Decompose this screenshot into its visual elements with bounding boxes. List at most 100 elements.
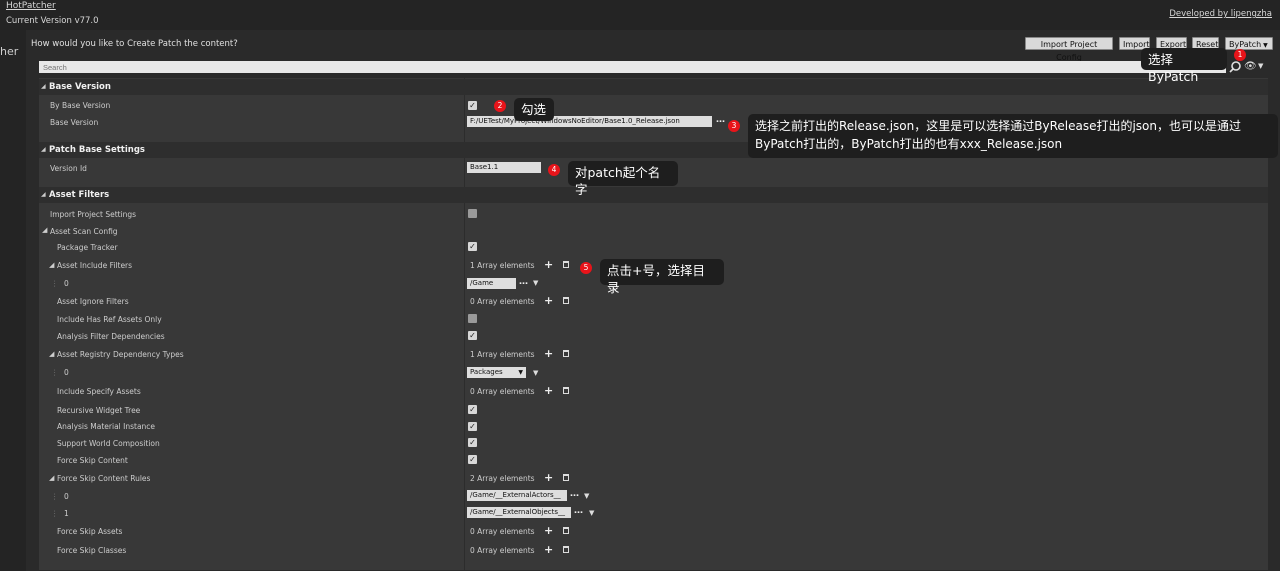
plus-icon[interactable]: +	[544, 472, 553, 483]
analysis-material-checkbox[interactable]: ✓	[468, 422, 477, 431]
recursive-widget-checkbox[interactable]: ✓	[468, 405, 477, 414]
skip-rule-path-field[interactable]: /Game/__ExternalObjects__	[467, 507, 571, 518]
version-id-field[interactable]: Base1.1	[467, 162, 541, 173]
force-skip-classes-label: Force Skip Classes	[57, 546, 127, 555]
by-base-version-checkbox[interactable]: ✓	[468, 101, 477, 110]
array-count: 2 Array elements	[470, 474, 535, 483]
triangle-down-icon: ◢	[41, 146, 46, 153]
current-version: Current Version v77.0	[6, 16, 99, 26]
triangle-down-icon[interactable]: ◢	[49, 474, 54, 482]
check-icon: ✓	[469, 405, 476, 414]
mode-dropdown[interactable]: ByPatch ▼	[1225, 37, 1273, 50]
asset-scan-config-label: Asset Scan Config	[50, 227, 118, 236]
triangle-down-icon[interactable]: ◢	[49, 261, 54, 269]
trash-icon[interactable]	[563, 261, 569, 268]
annotation-tooltip-1: 选择ByPatch	[1141, 48, 1227, 84]
plus-icon[interactable]: +	[544, 348, 553, 359]
drag-handle-icon[interactable]: ⋮	[51, 509, 59, 518]
asset-ignore-filters-label: Asset Ignore Filters	[57, 297, 129, 306]
force-skip-content-checkbox[interactable]: ✓	[468, 455, 477, 464]
include-filter-path-field[interactable]: /Game	[467, 278, 516, 289]
truncated-tab-label: her	[0, 45, 19, 58]
chevron-down-icon[interactable]: ▼	[584, 492, 589, 500]
registry-dep-types-label: Asset Registry Dependency Types	[57, 350, 184, 359]
trash-icon[interactable]	[563, 387, 569, 394]
app-title[interactable]: HotPatcher	[6, 1, 56, 11]
trash-icon[interactable]	[563, 297, 569, 304]
array-count: 0 Array elements	[470, 527, 535, 536]
force-skip-assets-label: Force Skip Assets	[57, 527, 123, 536]
trash-icon[interactable]	[563, 527, 569, 534]
browse-ellipsis-button[interactable]: …	[716, 115, 725, 125]
developer-link[interactable]: Developed by lipengzha	[1169, 9, 1272, 19]
include-has-ref-checkbox[interactable]	[468, 314, 477, 323]
force-skip-rules-label: Force Skip Content Rules	[57, 474, 151, 483]
browse-ellipsis-button[interactable]: …	[519, 277, 528, 287]
analysis-filter-deps-checkbox[interactable]: ✓	[468, 331, 477, 340]
base-version-label: Base Version	[50, 118, 99, 127]
trash-icon[interactable]	[563, 546, 569, 553]
analysis-material-label: Analysis Material Instance	[57, 422, 156, 431]
import-project-settings-checkbox[interactable]	[468, 209, 477, 218]
array-count: 0 Array elements	[470, 387, 535, 396]
triangle-down-icon[interactable]: ◢	[49, 350, 54, 358]
package-tracker-label: Package Tracker	[57, 243, 118, 252]
array-count: 1 Array elements	[470, 350, 535, 359]
triangle-down-icon[interactable]: ◢	[42, 226, 47, 234]
include-has-ref-label: Include Has Ref Assets Only	[57, 315, 162, 324]
base-version-path-field[interactable]: F:/UETest/MyProject/WindowsNoEditor/Base…	[467, 116, 712, 127]
plus-icon[interactable]: +	[544, 544, 553, 555]
annotation-badge-3: 3	[728, 120, 740, 132]
plus-icon[interactable]: +	[544, 525, 553, 536]
section-title: Base Version	[49, 82, 111, 92]
triangle-down-icon: ◢	[41, 83, 46, 90]
drag-handle-icon[interactable]: ⋮	[51, 279, 59, 288]
section-title: Asset Filters	[49, 190, 110, 200]
annotation-tooltip-2: 勾选	[514, 98, 554, 121]
create-patch-prompt: How would you like to Create Patch the c…	[31, 39, 238, 49]
magnifier-icon[interactable]	[1229, 60, 1242, 73]
annotation-tooltip-3: 选择之前打出的Release.json，这里是可以选择通过ByRelease打出…	[748, 114, 1278, 158]
array-count: 0 Array elements	[470, 546, 535, 555]
chevron-down-icon[interactable]: ▼	[533, 369, 538, 377]
chevron-down-icon: ▼	[518, 369, 523, 376]
support-world-checkbox[interactable]: ✓	[468, 438, 477, 447]
triangle-down-icon: ◢	[41, 191, 46, 198]
skip-rule-path-field[interactable]: /Game/__ExternalActors__	[467, 490, 567, 501]
annotation-tooltip-5: 点击+号，选择目录	[600, 259, 724, 295]
import-project-settings-label: Import Project Settings	[50, 210, 137, 219]
chevron-down-icon[interactable]: ▼	[533, 279, 538, 287]
annotation-badge-2: 2	[494, 100, 506, 112]
plus-icon[interactable]: +	[544, 385, 553, 396]
drag-handle-icon[interactable]: ⋮	[51, 368, 59, 377]
check-icon: ✓	[469, 438, 476, 447]
view-options-chevron-icon[interactable]: ▼	[1258, 62, 1263, 70]
by-base-version-label: By Base Version	[50, 101, 111, 110]
search-input[interactable]	[39, 61, 1226, 73]
section-asset-filters[interactable]: ◢ Asset Filters	[39, 187, 1268, 203]
annotation-tooltip-4: 对patch起个名字	[568, 161, 678, 197]
chevron-down-icon: ▼	[1261, 42, 1268, 49]
drag-handle-icon[interactable]: ⋮	[51, 492, 59, 501]
trash-icon[interactable]	[563, 350, 569, 357]
plus-icon[interactable]: +	[544, 259, 553, 270]
dependency-type-select[interactable]: Packages ▼	[467, 367, 526, 378]
browse-ellipsis-button[interactable]: …	[570, 489, 579, 499]
asset-include-filters-label: Asset Include Filters	[57, 261, 133, 270]
browse-ellipsis-button[interactable]: …	[574, 506, 583, 516]
array-index: 0	[64, 492, 69, 501]
package-tracker-checkbox[interactable]: ✓	[468, 242, 477, 251]
analysis-filter-deps-label: Analysis Filter Dependencies	[57, 332, 165, 341]
import-project-config-button[interactable]: Import Project Config	[1025, 37, 1113, 62]
trash-icon[interactable]	[563, 474, 569, 481]
eye-icon[interactable]: 👁	[1244, 61, 1257, 72]
check-icon: ✓	[469, 422, 476, 431]
section-base-version[interactable]: ◢ Base Version	[39, 79, 1268, 95]
check-icon: ✓	[469, 455, 476, 464]
check-icon: ✓	[469, 331, 476, 340]
section-title: Patch Base Settings	[49, 145, 145, 155]
dependency-type-value: Packages	[470, 368, 503, 376]
plus-icon[interactable]: +	[544, 295, 553, 306]
chevron-down-icon[interactable]: ▼	[589, 509, 594, 517]
include-specify-label: Include Specify Assets	[57, 387, 141, 396]
